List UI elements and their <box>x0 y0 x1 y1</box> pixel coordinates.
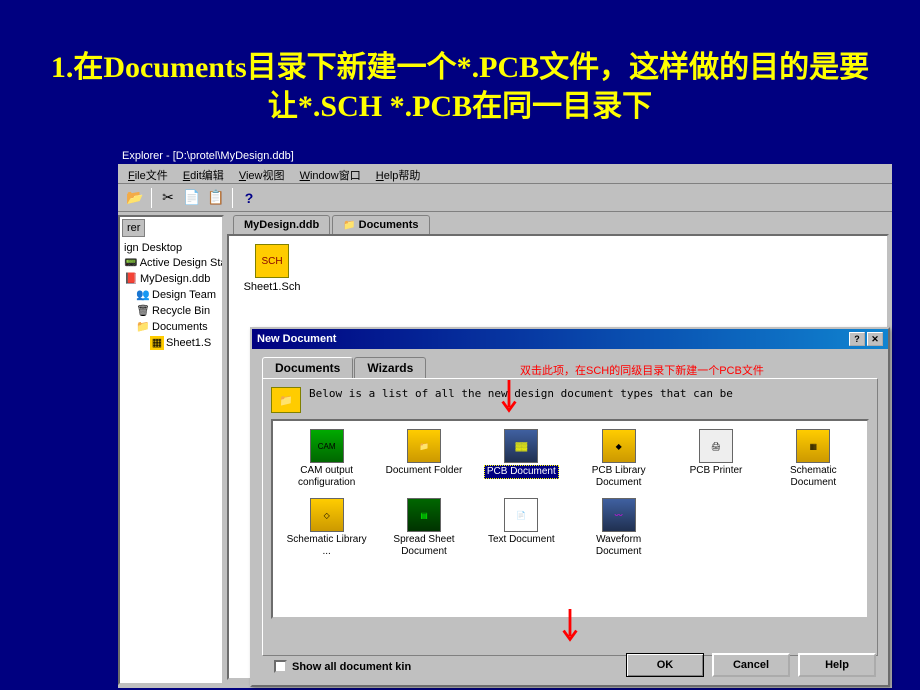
pcb-icon: ▓▓ <box>504 429 538 463</box>
toolbar-cut-icon[interactable]: ✂ <box>157 187 179 209</box>
doctype-printer[interactable]: 🖨 PCB Printer <box>668 427 763 490</box>
doctype-schematic[interactable]: ▦ Schematic Document <box>766 427 861 490</box>
slide-title: 1.在Documents目录下新建一个*.PCB文件，这样做的目的是要让*.SC… <box>0 0 920 130</box>
toolbar-paste-icon[interactable]: 📋 <box>205 187 227 209</box>
folder-icon: 📁 <box>407 429 441 463</box>
doctype-folder[interactable]: 📁 Document Folder <box>376 427 471 490</box>
toolbar: 📂 ✂ 📄 📋 ? <box>118 184 892 212</box>
waveform-icon: 〰 <box>602 498 636 532</box>
checkbox-label: Show all document kin <box>292 661 411 673</box>
printer-icon: 🖨 <box>699 429 733 463</box>
schematic-file-icon: SCH <box>255 244 289 278</box>
annotation-text: 双击此项，在SCH的同级目录下新建一个PCB文件 <box>520 362 764 378</box>
cam-icon: CAM <box>310 429 344 463</box>
pcb-library-icon: ◆ <box>602 429 636 463</box>
app-titlebar: Explorer - [D:\protel\MyDesign.ddb] <box>118 148 892 164</box>
spreadsheet-icon: ▤ <box>407 498 441 532</box>
tree-item-mydesign[interactable]: 📕MyDesign.ddb <box>122 271 220 287</box>
text-document-icon: 📄 <box>504 498 538 532</box>
tree-item-recycle-bin[interactable]: 🗑Recycle Bin <box>122 303 220 319</box>
show-all-checkbox-row[interactable]: Show all document kin <box>274 660 411 673</box>
tree: ign Desktop 📟Active Design Sta 📕MyDesign… <box>120 239 222 353</box>
ok-button[interactable]: OK <box>626 653 704 677</box>
toolbar-open-icon[interactable]: 📂 <box>124 187 146 209</box>
new-document-dialog: New Document ? ✕ Documents Wizards 📁 Bel… <box>250 327 890 687</box>
cancel-button[interactable]: Cancel <box>712 653 790 677</box>
menu-help[interactable]: Help帮助 <box>370 166 427 184</box>
doctype-waveform[interactable]: 〰 Waveform Document <box>571 496 666 559</box>
tab-wizards[interactable]: Wizards <box>354 357 426 378</box>
dialog-info-row: 📁 Below is a list of all the new design … <box>271 387 869 413</box>
dialog-title-text: New Document <box>257 333 336 345</box>
menubar: File文件 Edit编辑 View视图 Window窗口 Help帮助 <box>118 164 892 184</box>
toolbar-separator <box>232 188 233 208</box>
checkbox-icon[interactable] <box>274 660 287 673</box>
doctype-spreadsheet[interactable]: ▤ Spread Sheet Document <box>376 496 471 559</box>
doctype-list: CAM CAM output configuration 📁 Document … <box>271 419 869 619</box>
menu-view[interactable]: View视图 <box>233 166 291 184</box>
doctype-cam[interactable]: CAM CAM output configuration <box>279 427 374 490</box>
explorer-panel: rer ign Desktop 📟Active Design Sta 📕MyDe… <box>118 215 224 685</box>
schematic-icon: ▦ <box>796 429 830 463</box>
dialog-info-text: Below is a list of all the new design do… <box>309 387 733 401</box>
dialog-close-button[interactable]: ✕ <box>867 332 883 346</box>
menu-file[interactable]: File文件 <box>122 166 174 184</box>
toolbar-help-icon[interactable]: ? <box>238 187 260 209</box>
file-label: Sheet1.Sch <box>244 281 301 293</box>
tab-documents[interactable]: Documents <box>262 357 353 378</box>
menu-edit[interactable]: Edit编辑 <box>177 166 230 184</box>
tree-item-design-team[interactable]: 👥Design Team <box>122 287 220 303</box>
doc-tab-mydesign[interactable]: MyDesign.ddb <box>233 215 330 234</box>
explorer-tab[interactable]: rer <box>122 219 145 237</box>
doctype-schlib[interactable]: ◇ Schematic Library ... <box>279 496 374 559</box>
help-button[interactable]: Help <box>798 653 876 677</box>
file-sheet1[interactable]: SCH Sheet1.Sch <box>237 244 307 293</box>
menu-window[interactable]: Window窗口 <box>294 166 367 184</box>
tree-item-documents[interactable]: 📁Documents <box>122 319 220 335</box>
tree-item-sheet1[interactable]: ▦Sheet1.S <box>122 335 220 351</box>
toolbar-separator <box>151 188 152 208</box>
dialog-buttons: OK Cancel Help <box>626 653 876 677</box>
dialog-body: 📁 Below is a list of all the new design … <box>262 378 878 656</box>
doctype-pcb[interactable]: ▓▓ PCB Document <box>474 427 569 490</box>
info-folder-icon: 📁 <box>271 387 301 413</box>
doc-tabs: MyDesign.ddb Documents <box>227 215 889 234</box>
doc-tab-documents[interactable]: Documents <box>332 215 429 234</box>
schematic-library-icon: ◇ <box>310 498 344 532</box>
doctype-pcblib[interactable]: ◆ PCB Library Document <box>571 427 666 490</box>
tree-item-active-stations[interactable]: 📟Active Design Sta <box>122 255 220 271</box>
toolbar-copy-icon[interactable]: 📄 <box>181 187 203 209</box>
dialog-help-button[interactable]: ? <box>849 332 865 346</box>
tree-item-desktop[interactable]: ign Desktop <box>122 241 220 255</box>
doctype-text[interactable]: 📄 Text Document <box>474 496 569 559</box>
dialog-titlebar: New Document ? ✕ <box>252 329 888 349</box>
